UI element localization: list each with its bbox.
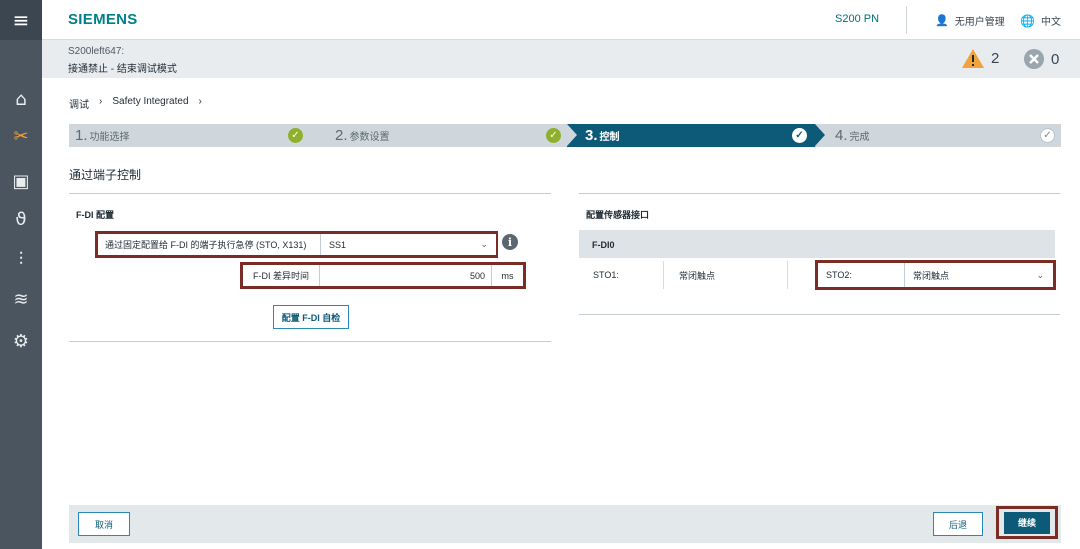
user-icon: 👤 [935,14,949,27]
step-number: 1. [75,127,88,144]
status-bar: S200left647: 接通禁止 - 结束调试模式 2 0 [42,40,1080,78]
divider [579,314,1060,315]
user-label: 无用户管理 [954,17,1005,28]
diff-time-input[interactable] [319,265,491,286]
language-menu[interactable]: 🌐 中文 [1020,13,1061,29]
sto2-row: STO2: 常闭触点 ⌄ [815,260,1056,290]
divider [579,193,1060,194]
menu-button[interactable]: ≡ [0,0,42,40]
top-header: SIEMENS S200 PN 👤 无用户管理 🌐 中文 [42,0,1080,40]
step-label: 完成 [849,132,870,143]
step-arrow [815,124,825,146]
sensor-interface-title: 配置传感器接口 [586,210,650,220]
divider [787,261,788,289]
fdi0-group-header: F-DI0 [579,230,1055,258]
breadcrumb-item-commissioning[interactable]: 调试 [69,96,89,111]
diff-time-label: F-DI 差异时间 [253,271,309,281]
step-arrow [567,124,577,146]
step-label: 参数设置 [349,132,390,143]
sto2-value: 常闭触点 [913,270,950,281]
estop-mode-value: SS1 [329,239,347,250]
step-arrow [319,124,329,146]
warning-icon [962,49,984,68]
breadcrumb-item-safety[interactable]: Safety Integrated [112,96,188,111]
check-icon: ✓ [1040,128,1055,143]
step-number: 3. [585,127,598,144]
device-id: S200left647: [68,46,125,57]
page-title: 通过端子控制 [69,168,142,182]
check-icon: ✓ [546,128,561,143]
step-parameter-settings[interactable]: 2. 参数设置 ✓ [319,124,577,147]
error-count: 0 [1051,50,1060,68]
status-message: 接通禁止 - 结束调试模式 [68,64,177,75]
step-label: 控制 [599,132,620,143]
error-indicator[interactable]: 0 [1023,48,1059,70]
breadcrumb-separator: › [99,96,103,107]
error-icon [1024,49,1044,69]
fdi-discrepancy-row: F-DI 差异时间 ms [240,262,526,289]
footer-bar [69,505,1061,543]
estop-config-row: 通过固定配置给 F-DI 的端子执行急停 (STO, X131) SS1 ⌄ [95,231,498,258]
chevron-down-icon: ⌄ [480,239,488,249]
sidebar: ≡ ⌂ ✂ ▣ ϑ ⫶ ≋ ⚙ [0,0,42,549]
continue-highlight: 继续 [996,506,1058,539]
divider [663,261,664,289]
step-function-selection[interactable]: 1. 功能选择 ✓ [69,124,329,147]
data-backup-icon[interactable]: ≋ [0,284,42,314]
step-complete[interactable]: 4. 完成 ✓ [815,124,1061,147]
breadcrumb-separator: › [198,96,202,107]
back-button[interactable]: 后退 [933,512,983,536]
globe-icon: 🌐 [1020,13,1035,28]
chevron-down-icon: ⌄ [1036,269,1044,280]
cancel-button[interactable]: 取消 [78,512,130,536]
step-number: 2. [335,127,348,144]
estop-label: 通过固定配置给 F-DI 的端子执行急停 (STO, X131) [105,240,307,250]
diff-time-unit: ms [491,265,523,286]
language-label: 中文 [1040,17,1061,28]
sto2-contact-select[interactable]: 常闭触点 ⌄ [904,263,1052,287]
monitor-touch-icon[interactable]: ▣ [0,166,42,196]
check-icon: ✓ [288,128,303,143]
check-icon: ✓ [792,128,807,143]
continue-button[interactable]: 继续 [1004,511,1050,534]
step-control[interactable]: 3. 控制 ✓ [567,124,825,147]
wizard-stepper: 1. 功能选择 ✓ 2. 参数设置 ✓ 3. 控制 ✓ 4. 完成 ✓ [69,124,1061,147]
user-menu[interactable]: 👤 无用户管理 [935,13,1005,28]
estop-mode-select[interactable]: SS1 ⌄ [320,234,496,255]
sto1-value: 常闭触点 [679,270,716,281]
home-icon[interactable]: ⌂ [0,84,42,114]
hamburger-icon: ≡ [12,8,30,32]
divider [69,193,551,194]
divider [69,341,551,342]
sto1-label: STO1: [593,270,619,280]
breadcrumb: 调试 › Safety Integrated › [69,96,202,111]
brand-logo: SIEMENS [68,11,138,28]
step-label: 功能选择 [89,132,130,143]
header-divider [906,6,907,34]
configure-fdi-selftest-button[interactable]: 配置 F-DI 自检 [273,305,349,329]
fdi-config-title: F-DI 配置 [76,210,114,220]
parameters-sliders-icon[interactable]: ⫶ [0,244,42,274]
commissioning-tools-icon[interactable]: ✂ [0,121,42,151]
step-number: 4. [835,127,848,144]
warning-count: 2 [991,50,1000,67]
device-name[interactable]: S200 PN [835,13,879,25]
sto2-label: STO2: [826,270,852,280]
warning-indicator[interactable]: 2 [961,48,999,69]
system-settings-icon[interactable]: ⚙ [0,326,42,356]
diagnostics-stethoscope-icon[interactable]: ϑ [0,204,42,234]
info-icon[interactable]: i [502,234,518,250]
